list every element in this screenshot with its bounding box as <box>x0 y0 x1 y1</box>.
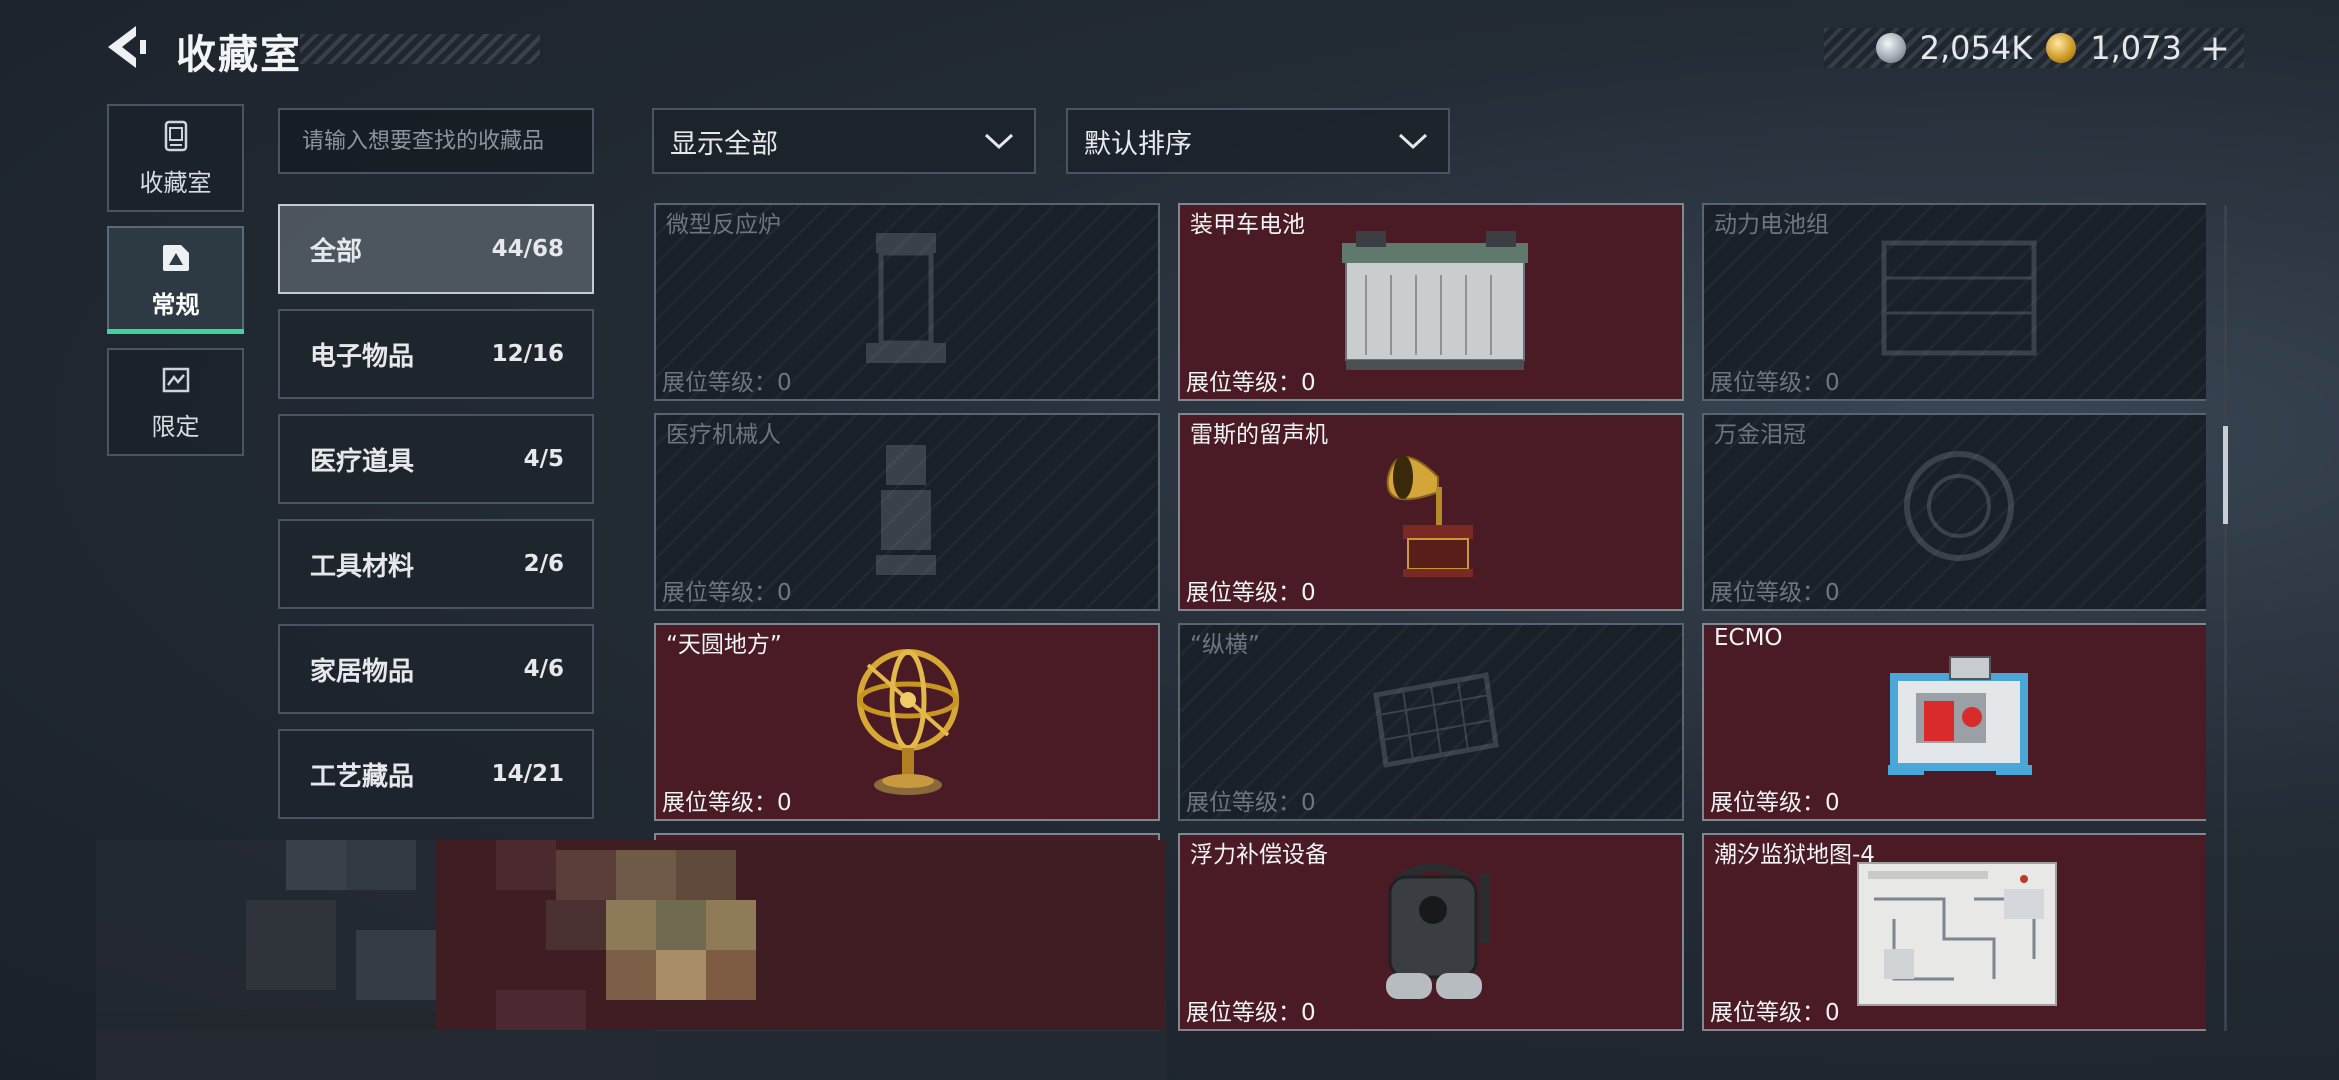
tab-limited[interactable]: 限定 <box>107 348 244 456</box>
item-name: “纵横” <box>1190 632 1260 658</box>
chessboard-icon <box>1373 672 1499 768</box>
item-level: 展位等级：0 <box>1186 580 1316 606</box>
limited-icon <box>162 367 189 392</box>
category-count: 4/5 <box>523 446 564 472</box>
back-arrow-icon[interactable] <box>100 22 150 72</box>
armillary-sphere-icon <box>857 649 959 795</box>
category-crafts[interactable]: 工艺藏品 14/21 <box>278 729 594 819</box>
display-filter-dropdown[interactable]: 显示全部 <box>652 108 1036 174</box>
item-level: 展位等级：0 <box>662 790 792 816</box>
item-level: 展位等级：0 <box>662 580 792 606</box>
item-level: 展位等级：0 <box>1186 1000 1316 1026</box>
item-card[interactable]: 微型反应炉 展位等级：0 <box>654 203 1160 401</box>
item-name: 医疗机械人 <box>666 422 781 448</box>
item-level: 展位等级：0 <box>1710 370 1840 396</box>
item-level: 展位等级：0 <box>1710 580 1840 606</box>
item-card[interactable]: 动力电池组 展位等级：0 <box>1702 203 2206 401</box>
reactor-icon <box>866 233 946 363</box>
category-medical[interactable]: 医疗道具 4/5 <box>278 414 594 504</box>
sort-order-dropdown[interactable]: 默认排序 <box>1066 108 1450 174</box>
buoyancy-device-icon <box>1386 863 1490 999</box>
item-card[interactable]: “天圆地方” 展位等级：0 <box>654 623 1160 821</box>
category-count: 14/21 <box>491 761 564 787</box>
item-card[interactable]: 浮力补偿设备 展位等级：0 <box>1178 833 1684 1031</box>
tab-label: 限定 <box>151 412 200 441</box>
category-label: 工具材料 <box>310 551 415 582</box>
chevron-down-icon <box>1398 133 1428 150</box>
robot-icon <box>876 445 936 575</box>
silver-amount: 2,054K <box>1919 29 2033 67</box>
chevron-down-icon <box>984 133 1014 150</box>
add-currency-button[interactable]: + <box>2200 28 2230 69</box>
item-name: 装甲车电池 <box>1190 212 1305 238</box>
scrollbar-thumb[interactable] <box>2223 426 2228 524</box>
search-input[interactable] <box>302 128 592 154</box>
tab-collection[interactable]: 收藏室 <box>107 104 244 212</box>
dropdown-value: 默认排序 <box>1084 128 1192 160</box>
item-card[interactable]: 医疗机械人 展位等级：0 <box>654 413 1160 611</box>
page-title: 收藏室 <box>176 32 302 78</box>
category-label: 全部 <box>310 236 363 267</box>
tab-regular[interactable]: 常规 <box>107 226 244 334</box>
item-card[interactable]: 装甲车电池 展位等级：0 <box>1178 203 1684 401</box>
gramophone-icon <box>1386 455 1473 577</box>
category-count: 2/6 <box>523 551 564 577</box>
battery-icon <box>1342 231 1528 370</box>
blurred-region <box>96 840 1166 1080</box>
category-tools[interactable]: 工具材料 2/6 <box>278 519 594 609</box>
scrollbar-track[interactable] <box>2224 205 2227 1031</box>
gold-coin-icon <box>2046 33 2077 63</box>
item-level: 展位等级：0 <box>662 370 792 396</box>
item-card[interactable]: ECMO 展位等级：0 <box>1702 623 2206 821</box>
category-count: 12/16 <box>491 341 564 367</box>
item-name: 动力电池组 <box>1714 212 1829 238</box>
tab-label: 常规 <box>151 290 200 319</box>
ecmo-machine-icon <box>1888 656 2032 775</box>
item-name: ECMO <box>1714 625 1783 651</box>
item-name: 微型反应炉 <box>666 212 781 238</box>
category-label: 家居物品 <box>310 656 415 687</box>
item-card[interactable]: “纵横” 展位等级：0 <box>1178 623 1684 821</box>
category-label: 医疗道具 <box>310 446 415 477</box>
collection-icon <box>164 120 187 151</box>
category-count: 4/6 <box>523 656 564 682</box>
item-card[interactable]: 潮汐监狱地图-4 展位等级：0 <box>1702 833 2206 1031</box>
gold-amount: 1,073 <box>2090 29 2182 67</box>
category-label: 电子物品 <box>310 341 415 372</box>
item-name: 万金泪冠 <box>1714 422 1806 448</box>
item-name: 浮力补偿设备 <box>1190 842 1328 868</box>
category-label: 工艺藏品 <box>310 761 415 792</box>
currency-bar: 2,054K 1,073 + <box>1824 28 2244 69</box>
item-name: “天圆地方” <box>666 632 782 658</box>
item-level: 展位等级：0 <box>1710 790 1840 816</box>
category-household[interactable]: 家居物品 4/6 <box>278 624 594 714</box>
tab-label: 收藏室 <box>139 168 212 197</box>
item-name: 雷斯的留声机 <box>1190 422 1328 448</box>
item-card[interactable]: 雷斯的留声机 展位等级：0 <box>1178 413 1684 611</box>
item-level: 展位等级：0 <box>1710 1000 1840 1026</box>
dropdown-value: 显示全部 <box>670 128 778 160</box>
crown-icon <box>1904 451 2014 561</box>
category-count: 44/68 <box>491 236 564 262</box>
item-level: 展位等级：0 <box>1186 370 1316 396</box>
category-electronics[interactable]: 电子物品 12/16 <box>278 309 594 399</box>
category-all[interactable]: 全部 44/68 <box>278 204 594 294</box>
battery-pack-icon <box>1881 240 2037 356</box>
map-icon <box>1857 862 2057 1006</box>
regular-icon <box>162 244 189 271</box>
item-card[interactable]: 万金泪冠 展位等级：0 <box>1702 413 2206 611</box>
title-decoration <box>300 34 540 64</box>
item-name: 潮汐监狱地图-4 <box>1714 842 1875 868</box>
silver-coin-icon <box>1875 33 1906 63</box>
search-box <box>278 108 594 174</box>
item-level: 展位等级：0 <box>1186 790 1316 816</box>
